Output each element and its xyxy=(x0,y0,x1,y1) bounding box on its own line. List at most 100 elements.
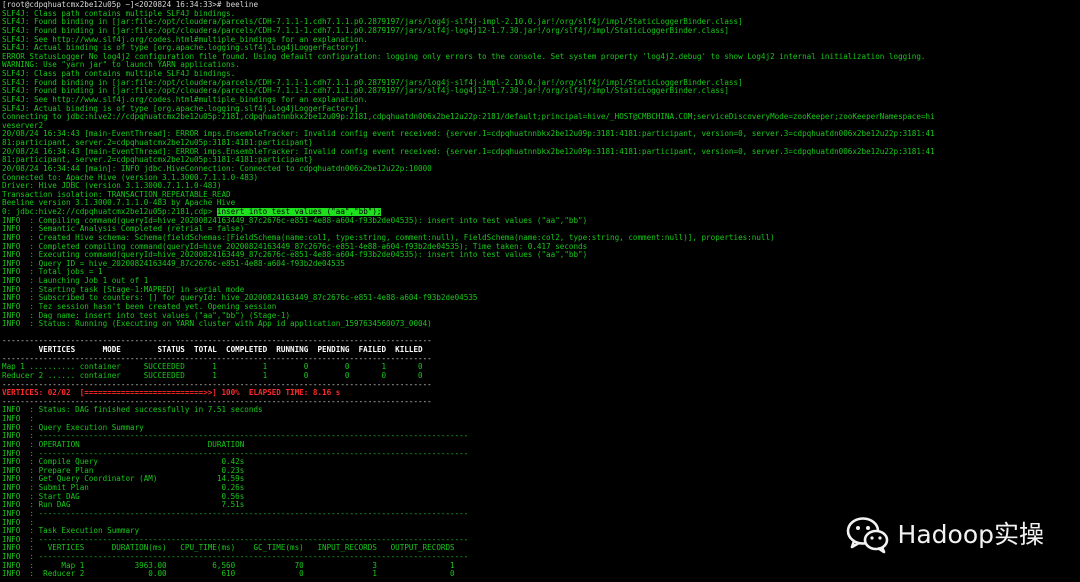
terminal-text: 20/08/24 16:34:43 [main-EventThread]: ER… xyxy=(2,147,935,156)
terminal-text: INFO : Run DAG 7.51s xyxy=(2,501,245,510)
terminal-line: INFO : Dag name: insert into test values… xyxy=(2,312,1080,321)
terminal-text: INFO : Launching Job 1 out of 1 xyxy=(2,277,149,285)
terminal-text: SLF4J: Found binding in [jar:file:/opt/c… xyxy=(2,78,743,87)
terminal-text: INFO : Prepare Plan 0.23s xyxy=(2,466,245,475)
watermark: Hadoop实操 xyxy=(846,516,1044,554)
terminal-text: SLF4J: Found binding in [jar:file:/opt/c… xyxy=(2,87,729,96)
terminal-line: Reducer 2 ...... container SUCCEEDED 1 1… xyxy=(2,372,1080,381)
terminal-line: Transaction isolation: TRANSACTION_REPEA… xyxy=(2,191,1080,200)
terminal-line: SLF4J: Class path contains multiple SLF4… xyxy=(2,70,1080,79)
terminal-window[interactable]: [root@cdpqhuatcmx2be12u05p ~]<2020824 16… xyxy=(0,0,1080,582)
terminal-text: INFO : Subscribed to counters: [] for qu… xyxy=(2,294,478,303)
terminal-text: 0: jdbc:hive2://cdpqhuatcmx2be12u05p:218… xyxy=(2,208,217,216)
terminal-text: 81:participant, server.2=cdpqhuatcmx2be1… xyxy=(2,139,313,147)
terminal-text: Beeline version 3.1.3000.7.1.1.0-483 by … xyxy=(2,199,236,208)
terminal-text: INFO : Status: Running (Executing on YAR… xyxy=(2,320,432,329)
terminal-text: INFO : xyxy=(2,518,35,527)
terminal-text: [root@cdpqhuatcmx2be12u05p ~]<2020824 16… xyxy=(2,1,259,9)
terminal-line: ----------------------------------------… xyxy=(2,337,1080,346)
wechat-icon xyxy=(846,516,890,554)
terminal-line: SLF4J: Found binding in [jar:file:/opt/c… xyxy=(2,27,1080,36)
terminal-text: INFO : ---------------------------------… xyxy=(2,553,469,561)
terminal-text: ----------------------------------------… xyxy=(2,354,432,363)
terminal-text: VERTICES MODE STATUS TOTAL COMPLETED RUN… xyxy=(2,346,423,354)
terminal-line: INFO : Reducer 2 0.00 610 0 1 0 xyxy=(2,570,1080,579)
terminal-text: INFO : Compile Query 0.42s xyxy=(2,458,245,467)
terminal-line: INFO : Status: DAG finished successfully… xyxy=(2,406,1080,415)
terminal-text: INFO : ---------------------------------… xyxy=(2,535,469,544)
terminal-text: Driver: Hive JDBC (version 3.1.3000.7.1.… xyxy=(2,182,222,191)
terminal-line: Map 1 .......... container SUCCEEDED 1 1… xyxy=(2,363,1080,372)
terminal-text: INFO : ---------------------------------… xyxy=(2,509,469,518)
terminal-text: Reducer 2 ...... container SUCCEEDED 1 1… xyxy=(2,371,423,380)
terminal-text: INFO : Semantic Analysis Completed (retr… xyxy=(2,225,245,234)
terminal-line: 20/08/24 16:34:43 [main-EventThread]: ER… xyxy=(2,130,1080,139)
terminal-line: INFO : Tez session hasn't been created y… xyxy=(2,303,1080,312)
terminal-text: SLF4J: Actual binding is of type [org.ap… xyxy=(2,104,359,113)
terminal-output: [root@cdpqhuatcmx2be12u05p ~]<2020824 16… xyxy=(2,1,1080,579)
terminal-line: INFO : Status: Running (Executing on YAR… xyxy=(2,320,1080,329)
terminal-line: SLF4J: See http://www.slf4j.org/codes.ht… xyxy=(2,36,1080,45)
watermark-text: Hadoop实操 xyxy=(897,519,1044,549)
terminal-line: INFO : Run DAG 7.51s xyxy=(2,501,1080,510)
terminal-line: SLF4J: See http://www.slf4j.org/codes.ht… xyxy=(2,96,1080,105)
terminal-text: INFO : ---------------------------------… xyxy=(2,432,469,441)
terminal-line: SLF4J: Actual binding is of type [org.ap… xyxy=(2,105,1080,114)
terminal-line: 20/08/24 16:34:43 [main-EventThread]: ER… xyxy=(2,148,1080,157)
terminal-line: VERTICES MODE STATUS TOTAL COMPLETED RUN… xyxy=(2,346,1080,355)
terminal-text: SLF4J: See http://www.slf4j.org/codes.ht… xyxy=(2,95,368,104)
terminal-text: SLF4J: Class path contains multiple SLF4… xyxy=(2,9,236,18)
terminal-line: INFO : Created Hive schema: Schema(field… xyxy=(2,234,1080,243)
terminal-text: 20/08/24 16:34:43 [main-EventThread]: ER… xyxy=(2,130,935,139)
terminal-text: ----------------------------------------… xyxy=(2,397,432,406)
terminal-line: SLF4J: Actual binding is of type [org.ap… xyxy=(2,44,1080,53)
typed-command: insert into test values ("aa","bb"); xyxy=(216,208,382,216)
terminal-text: INFO : Total jobs = 1 xyxy=(2,268,103,277)
terminal-line: INFO : Completed compiling command(query… xyxy=(2,243,1080,252)
terminal-text: veserver2 xyxy=(2,121,44,130)
terminal-text: INFO : Map 1 3963.00 6,560 70 3 1 xyxy=(2,561,455,570)
terminal-text: Connected to: Apache Hive (version 3.1.3… xyxy=(2,173,259,182)
terminal-line: VERTICES: 02/02 [=======================… xyxy=(2,389,1080,398)
terminal-line: INFO : Launching Job 1 out of 1 xyxy=(2,277,1080,286)
terminal-line: INFO : Subscribed to counters: [] for qu… xyxy=(2,294,1080,303)
terminal-line: INFO : Compiling command(queryId=hive_20… xyxy=(2,217,1080,226)
terminal-line: veserver2 xyxy=(2,122,1080,131)
terminal-text: SLF4J: Class path contains multiple SLF4… xyxy=(2,70,236,78)
terminal-line: Connecting to jdbc:hive2://cdpqhuatcmx2b… xyxy=(2,113,1080,122)
terminal-text: Map 1 .......... container SUCCEEDED 1 1… xyxy=(2,363,423,372)
terminal-text: ERROR StatusLogger No log4j2 configurati… xyxy=(2,52,926,61)
terminal-text: INFO : Submit Plan 0.26s xyxy=(2,484,245,492)
terminal-line: 81:participant, server.2=cdpqhuatcmx2be1… xyxy=(2,139,1080,148)
terminal-line: ----------------------------------------… xyxy=(2,355,1080,364)
terminal-line: INFO : Query Execution Summary xyxy=(2,424,1080,433)
terminal-line: WARNING: Use "yarn jar" to launch YARN a… xyxy=(2,61,1080,70)
terminal-line: 0: jdbc:hive2://cdpqhuatcmx2be12u05p:218… xyxy=(2,208,1080,217)
terminal-line: INFO : Total jobs = 1 xyxy=(2,268,1080,277)
terminal-text: INFO : Start DAG 0.56s xyxy=(2,492,245,501)
terminal-text: INFO : Tez session hasn't been created y… xyxy=(2,302,277,311)
terminal-text: ----------------------------------------… xyxy=(2,337,432,346)
terminal-text: INFO : Status: DAG finished successfully… xyxy=(2,406,263,415)
terminal-text: INFO : xyxy=(2,415,35,423)
terminal-text: Connecting to jdbc:hive2://cdpqhuatcmx2b… xyxy=(2,113,935,122)
terminal-text: INFO : Compiling command(queryId=hive_20… xyxy=(2,216,588,225)
terminal-text: INFO : Executing command(queryId=hive_20… xyxy=(2,251,588,260)
terminal-text: INFO : Created Hive schema: Schema(field… xyxy=(2,233,775,242)
terminal-line: Connected to: Apache Hive (version 3.1.3… xyxy=(2,174,1080,183)
terminal-text: INFO : Completed compiling command(query… xyxy=(2,242,588,251)
terminal-line: SLF4J: Class path contains multiple SLF4… xyxy=(2,10,1080,19)
terminal-text: 81:participant, server.2=cdpqhuatcmx2be1… xyxy=(2,156,313,165)
terminal-line: INFO : Query ID = hive_20200824163449_87… xyxy=(2,260,1080,269)
terminal-text: VERTICES: 02/02 [=======================… xyxy=(2,389,341,398)
terminal-text: ----------------------------------------… xyxy=(2,380,432,389)
terminal-line: ----------------------------------------… xyxy=(2,381,1080,390)
terminal-line: ERROR StatusLogger No log4j2 configurati… xyxy=(2,53,1080,62)
terminal-line: INFO : Executing command(queryId=hive_20… xyxy=(2,251,1080,260)
terminal-line: SLF4J: Found binding in [jar:file:/opt/c… xyxy=(2,18,1080,27)
terminal-line: 81:participant, server.2=cdpqhuatcmx2be1… xyxy=(2,156,1080,165)
terminal-text: INFO : Starting task [Stage-1:MAPRED] in… xyxy=(2,285,245,294)
terminal-line: INFO : Start DAG 0.56s xyxy=(2,493,1080,502)
terminal-text: SLF4J: Found binding in [jar:file:/opt/c… xyxy=(2,18,743,27)
